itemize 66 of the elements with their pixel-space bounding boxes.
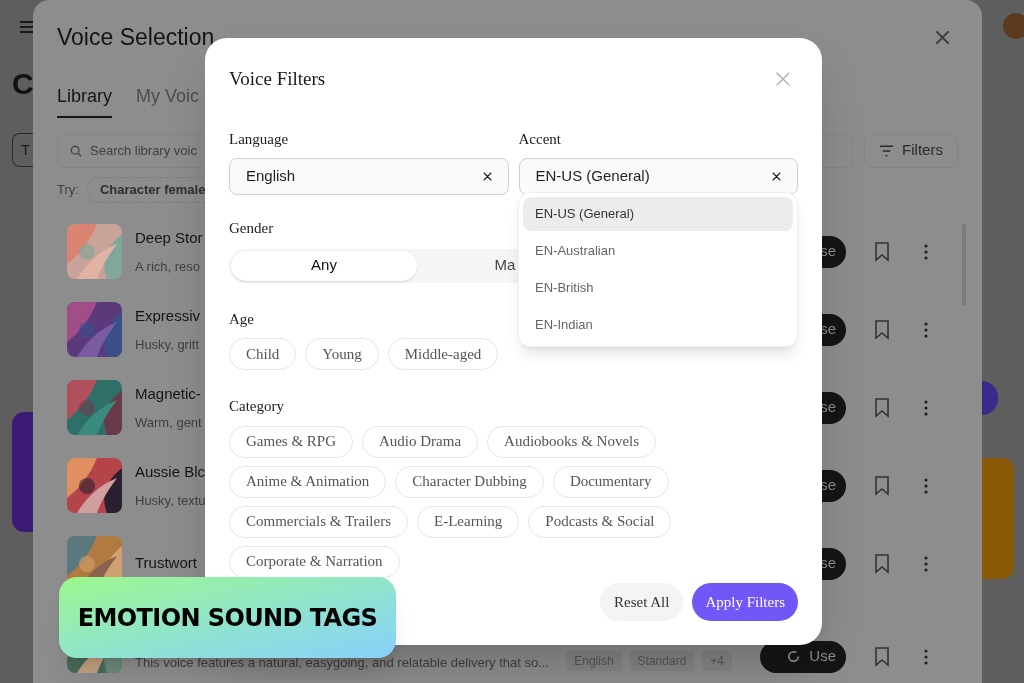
voice-description: A rich, reso (135, 258, 201, 276)
dialog-title: Voice Filters (229, 67, 326, 91)
voice-name: Trustwort (135, 553, 197, 574)
voice-name: Deep Stor (135, 227, 203, 248)
menu-icon[interactable] (20, 21, 34, 33)
voice-description: Husky, gritt (135, 336, 200, 354)
filters-button[interactable]: Filters (864, 133, 958, 168)
select-value: EN-US (General) (535, 166, 650, 187)
more-icon[interactable] (924, 555, 928, 572)
filter-chip[interactable]: Audio Drama (362, 425, 479, 458)
filter-chip[interactable]: Child (229, 338, 297, 370)
filter-chip[interactable]: E-Learning (417, 505, 520, 538)
tab[interactable]: Library (57, 82, 113, 118)
section-label: Gender (229, 219, 274, 238)
clear-icon[interactable] (482, 172, 492, 181)
filter-chip[interactable]: Games & RPG (229, 425, 353, 458)
more-icon[interactable] (924, 477, 928, 494)
more-icon[interactable] (924, 243, 928, 260)
search-placeholder: Search library voic (90, 141, 197, 160)
voice-name: Expressiv (135, 305, 201, 326)
filter-chip[interactable]: Audiobooks & Novels (487, 425, 657, 458)
section-label: Age (229, 309, 254, 329)
bookmark-icon[interactable] (874, 397, 890, 418)
bookmark-icon[interactable] (874, 241, 890, 262)
filter-chip[interactable]: Podcasts & Social (528, 505, 672, 538)
bookmark-icon[interactable] (874, 475, 890, 496)
segment-option[interactable]: Any (231, 250, 417, 281)
voice-name: Magnetic- (135, 383, 201, 404)
close-icon[interactable] (935, 29, 950, 45)
section-label: Accent (518, 129, 561, 149)
select-field[interactable]: English (229, 158, 509, 195)
more-icon[interactable] (924, 399, 928, 416)
filter-chip[interactable]: Character Dubbing (395, 465, 544, 498)
select-field[interactable]: EN-US (General) (518, 158, 798, 195)
try-label: Try: (57, 180, 79, 199)
panel-title: Voice Selection (57, 23, 215, 52)
search-icon (70, 144, 82, 157)
clear-icon[interactable] (772, 172, 781, 181)
filter-chip[interactable]: Documentary (552, 465, 669, 498)
refresh-icon (786, 649, 802, 664)
badge-text: EMOTION SOUND TAGS (77, 602, 378, 634)
filter-chip[interactable]: Young (305, 338, 379, 370)
section-label: Language (229, 129, 289, 149)
select-value: English (246, 166, 296, 187)
section-label: Category (229, 397, 284, 416)
voice-name: Aussie Blc (135, 461, 206, 482)
bookmark-icon[interactable] (874, 553, 890, 574)
bookmark-icon[interactable] (874, 646, 890, 667)
close-icon[interactable] (775, 71, 791, 88)
bookmark-icon[interactable] (874, 319, 890, 340)
filter-chip[interactable]: Corporate & Narration (229, 545, 400, 578)
voice-description: This voice features a natural, easygoing, and relatable delivery that so... (135, 654, 550, 672)
use-button[interactable]: Use (760, 640, 846, 673)
reset-all-button[interactable]: Reset All (600, 583, 684, 621)
apply-filters-button[interactable]: Apply Filters (692, 583, 798, 621)
more-icon[interactable] (924, 321, 928, 338)
filter-chip[interactable]: Anime & Animation (229, 465, 387, 498)
voice-description: Warm, gent (135, 414, 202, 432)
card-background (982, 381, 998, 415)
more-icon[interactable] (924, 648, 928, 665)
dropdown-option[interactable]: EN-US (General) (523, 197, 793, 231)
logo-letter: C (12, 69, 33, 99)
filter-chip[interactable]: Commercials & Trailers (229, 505, 408, 538)
filter-icon (879, 144, 895, 157)
voice-description: Husky, textu (135, 492, 206, 510)
filter-chip[interactable]: Middle-aged (387, 338, 499, 370)
